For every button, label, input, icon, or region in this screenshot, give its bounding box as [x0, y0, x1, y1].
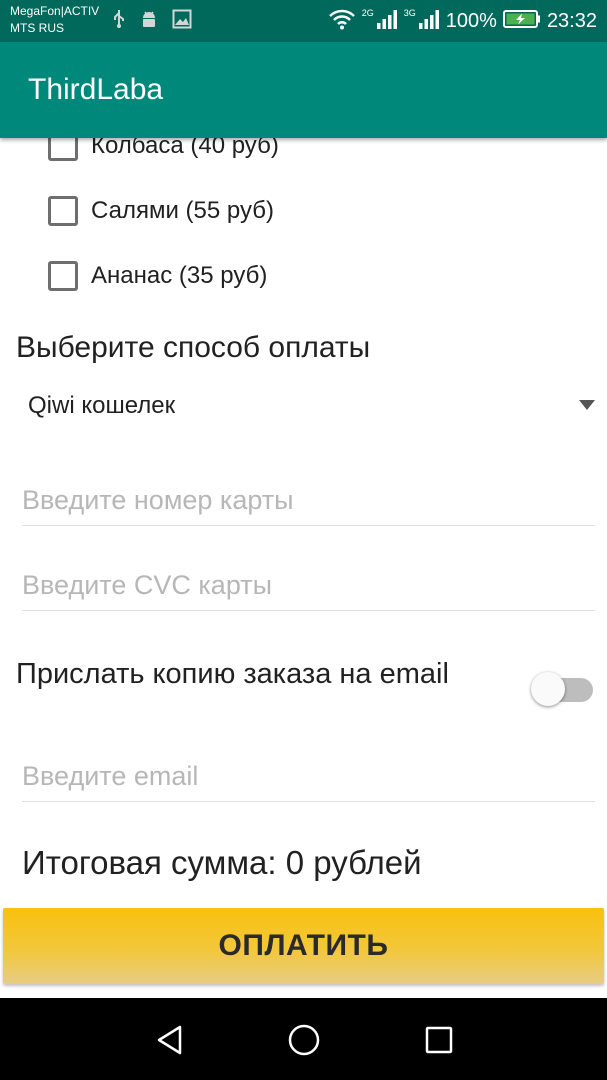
- system-icons: 2G 3G 100% 23:32: [328, 6, 597, 36]
- network-type-label: 3G: [403, 8, 416, 18]
- app-bar: ThirdLaba: [0, 42, 607, 138]
- usb-icon: [112, 9, 126, 34]
- home-icon[interactable]: [284, 1020, 324, 1060]
- checkbox-label: Колбаса (40 руб): [91, 138, 279, 159]
- network-type-label: 2G: [361, 8, 374, 18]
- card-number-input[interactable]: [22, 480, 595, 520]
- email-input[interactable]: [22, 756, 595, 796]
- total-amount: Итоговая сумма: 0 рублей: [22, 844, 422, 881]
- signal-icon: [418, 8, 440, 35]
- notification-icons: [112, 9, 192, 34]
- system-nav-bar: [0, 998, 607, 1080]
- topping-checkbox-sausage[interactable]: Колбаса (40 руб): [48, 138, 279, 166]
- checkbox-label: Салями (55 руб): [91, 197, 274, 224]
- carrier-line-2: MTS RUS: [10, 21, 64, 35]
- email-copy-label: Прислать копию заказа на email: [16, 658, 449, 690]
- card-cvc-input[interactable]: [22, 565, 595, 605]
- android-icon: [140, 9, 158, 34]
- image-icon: [172, 9, 192, 34]
- order-form[interactable]: Колбаса (40 руб) Салями (55 руб) Ананас …: [0, 138, 607, 908]
- app-title: ThirdLaba: [28, 73, 164, 106]
- topping-checkbox-pineapple[interactable]: Ананас (35 руб): [48, 256, 267, 296]
- payment-method-value: Qiwi кошелек: [28, 392, 176, 419]
- checkbox-icon[interactable]: [48, 196, 78, 226]
- email-field[interactable]: [22, 756, 595, 802]
- signal-icon: [376, 8, 398, 35]
- dropdown-arrow-icon[interactable]: [579, 400, 595, 410]
- clock: 23:32: [546, 10, 597, 32]
- checkbox-label: Ананас (35 руб): [91, 262, 268, 289]
- topping-checkbox-salami[interactable]: Салями (55 руб): [48, 191, 274, 231]
- back-icon[interactable]: [150, 1020, 190, 1060]
- battery-charging-icon: [502, 9, 541, 34]
- checkbox-icon[interactable]: [48, 138, 78, 161]
- battery-percent: 100%: [445, 10, 497, 32]
- checkbox-icon[interactable]: [48, 261, 78, 291]
- status-bar: MegaFon|ACTIV MTS RUS 2G 3G 100% 23:32: [0, 0, 607, 42]
- payment-section-title: Выберите способ оплаты: [16, 331, 371, 364]
- carrier-line-1: MegaFon|ACTIV: [10, 4, 100, 18]
- email-copy-row: Прислать копию заказа на email: [0, 650, 607, 734]
- email-copy-switch[interactable]: [531, 672, 593, 708]
- pay-button[interactable]: ОПЛАТИТЬ: [3, 908, 604, 984]
- card-cvc-field[interactable]: [22, 565, 595, 611]
- recents-icon[interactable]: [419, 1020, 459, 1060]
- payment-method-dropdown[interactable]: Qiwi кошелек: [0, 386, 607, 430]
- wifi-icon: [328, 8, 356, 35]
- carrier-info: MegaFon|ACTIV MTS RUS: [10, 3, 99, 37]
- switch-thumb[interactable]: [531, 672, 565, 706]
- card-number-field[interactable]: [22, 480, 595, 526]
